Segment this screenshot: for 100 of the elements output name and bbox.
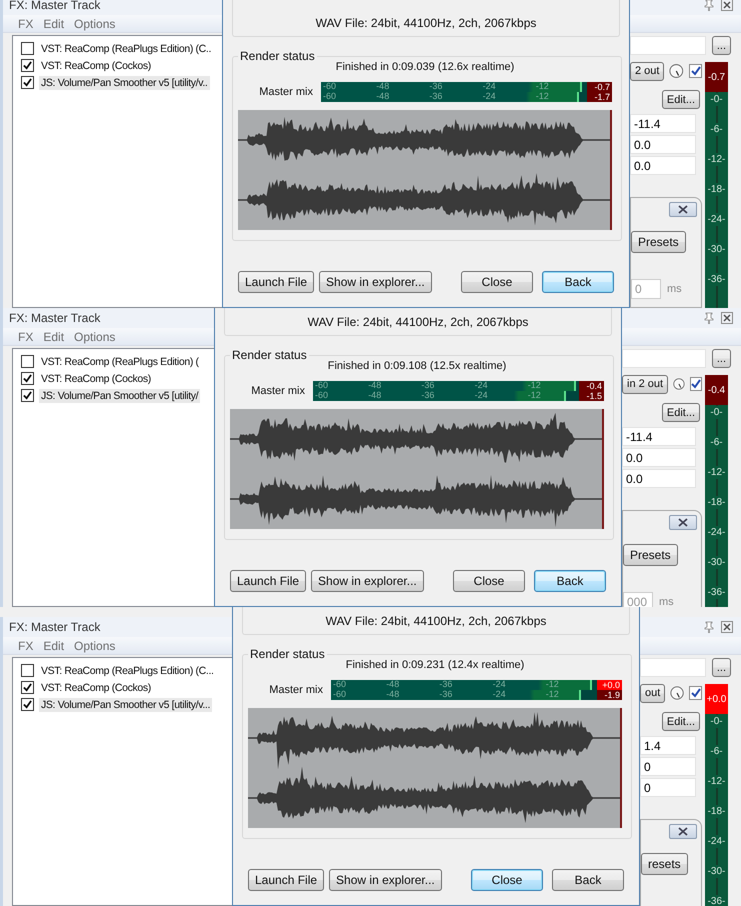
checkbox[interactable] [21, 42, 34, 55]
checkbox[interactable] [21, 59, 34, 72]
pin-icon[interactable] [703, 0, 715, 11]
checkbox[interactable] [21, 664, 34, 677]
checkbox[interactable] [21, 389, 34, 402]
close-button[interactable] [669, 515, 697, 530]
io-button[interactable]: in 2 out [622, 374, 668, 394]
scale-label: -30- [708, 865, 726, 878]
fx-item[interactable]: VST: ReaComp (Cockos) [39, 58, 153, 72]
scale-label: -48 [368, 381, 382, 391]
browse-button[interactable]: ... [712, 36, 731, 55]
menu-item[interactable]: FX [13, 16, 38, 30]
menu-item[interactable]: Edit [38, 330, 70, 344]
value-field[interactable]: 0.0 [630, 156, 696, 175]
path-field[interactable] [630, 36, 706, 55]
scale-label: -48 [376, 82, 390, 92]
value-field[interactable]: 0.0 [630, 135, 696, 154]
edit-button[interactable]: Edit... [662, 90, 700, 109]
checkbox[interactable] [690, 377, 702, 391]
menu-item[interactable]: Options [69, 330, 120, 344]
fx-item[interactable]: VST: ReaComp (ReaPlugs Edition) ( [39, 354, 201, 368]
edit-button[interactable]: Edit... [662, 712, 700, 731]
value-field[interactable]: 1.4 [640, 736, 696, 755]
scale-label: -60 [333, 690, 346, 700]
dialog-button[interactable]: Back [534, 570, 606, 592]
fx-item[interactable]: JS: Volume/Pan Smoother v5 [utility/v... [39, 698, 212, 712]
presets-button[interactable]: Presets [623, 544, 678, 566]
knob-icon[interactable] [670, 685, 684, 701]
checkbox[interactable] [689, 64, 702, 78]
io-button[interactable]: out [640, 684, 666, 702]
fx-item[interactable]: JS: Volume/Pan Smoother v5 [utility/ [39, 388, 200, 402]
menu-item[interactable]: Edit [38, 16, 70, 30]
checkbox[interactable] [21, 372, 34, 385]
group-title: Render status [249, 647, 326, 661]
menu-item[interactable]: FX [13, 638, 38, 652]
dialog-button[interactable]: Launch File [230, 570, 306, 592]
peak-readout: +0.0 [705, 684, 728, 714]
presets-button[interactable]: Presets [631, 231, 686, 253]
browse-button[interactable]: ... [712, 349, 731, 368]
checkbox[interactable] [689, 686, 702, 700]
scale-label: -6- [710, 745, 723, 758]
dialog-button[interactable]: Close [453, 570, 525, 592]
group-title: Render status [231, 348, 308, 362]
value-field[interactable]: 0.0 [622, 469, 696, 488]
fx-item[interactable]: VST: ReaComp (Cockos) [39, 680, 153, 694]
pin-icon[interactable] [703, 621, 715, 633]
dialog-button[interactable]: Launch File [248, 869, 324, 891]
scale-label: -60 [323, 92, 336, 102]
menu-item[interactable]: Options [69, 16, 120, 30]
close-icon[interactable] [721, 0, 733, 11]
fx-item[interactable]: VST: ReaComp (ReaPlugs Edition) (C.. [39, 42, 214, 56]
menu-item[interactable]: FX [13, 330, 38, 344]
edit-button[interactable]: Edit... [662, 403, 700, 422]
value-field[interactable]: -11.4 [630, 114, 696, 133]
dialog-button[interactable]: Close [471, 869, 543, 891]
scale-label: -24- [708, 835, 726, 848]
dialog-button[interactable]: Back [552, 869, 624, 891]
dialog-button[interactable]: Show in explorer... [319, 271, 432, 293]
presets-button[interactable]: resets [641, 853, 688, 875]
unit-label: ms [667, 283, 682, 295]
scale-label: -0- [710, 93, 723, 106]
fx-item[interactable]: JS: Volume/Pan Smoother v5 [utility/v.. [39, 76, 210, 90]
menu-item[interactable]: Edit [38, 638, 70, 652]
close-button[interactable] [669, 202, 697, 217]
value-field[interactable]: -11.4 [622, 427, 696, 446]
pin-icon[interactable] [703, 312, 715, 324]
io-button[interactable]: 2 out [630, 62, 664, 80]
peak-readout: +0.0 [597, 680, 622, 690]
close-icon[interactable] [721, 312, 733, 324]
value-field[interactable]: 0 [640, 757, 696, 776]
knob-icon[interactable] [673, 376, 685, 392]
meter-label: Master mix [258, 86, 313, 98]
peak-readout: -0.4 [705, 375, 728, 405]
checkbox[interactable] [21, 76, 34, 89]
path-field[interactable] [622, 349, 706, 368]
close-button[interactable] [669, 824, 697, 839]
menu-item[interactable]: Options [69, 638, 120, 652]
dialog-button[interactable]: Show in explorer... [311, 570, 424, 592]
scale-label: -0- [710, 406, 723, 419]
scale-label: -36 [421, 391, 434, 401]
knob-icon[interactable] [669, 63, 684, 79]
fx-item[interactable]: VST: ReaComp (ReaPlugs Edition) (C... [39, 664, 216, 678]
dialog-button[interactable]: Show in explorer... [329, 869, 442, 891]
checkbox[interactable] [21, 698, 34, 711]
scale-label: -12 [536, 82, 549, 92]
meter-label: Master mix [268, 684, 323, 696]
close-icon[interactable] [721, 621, 733, 633]
scale-label: -48 [368, 391, 382, 401]
checkbox[interactable] [21, 681, 34, 694]
peak-readout: -1.7 [587, 92, 612, 102]
dialog-button[interactable]: Launch File [238, 271, 314, 293]
value-field[interactable]: 0.0 [622, 448, 696, 467]
value-field[interactable]: 0 [640, 778, 696, 797]
peak-readout: -0.7 [705, 62, 728, 92]
browse-button[interactable]: ... [712, 658, 731, 677]
dialog-button[interactable]: Close [461, 271, 533, 293]
path-field[interactable] [640, 658, 706, 677]
dialog-button[interactable]: Back [542, 271, 614, 293]
checkbox[interactable] [21, 355, 34, 368]
fx-item[interactable]: VST: ReaComp (Cockos) [39, 372, 153, 386]
